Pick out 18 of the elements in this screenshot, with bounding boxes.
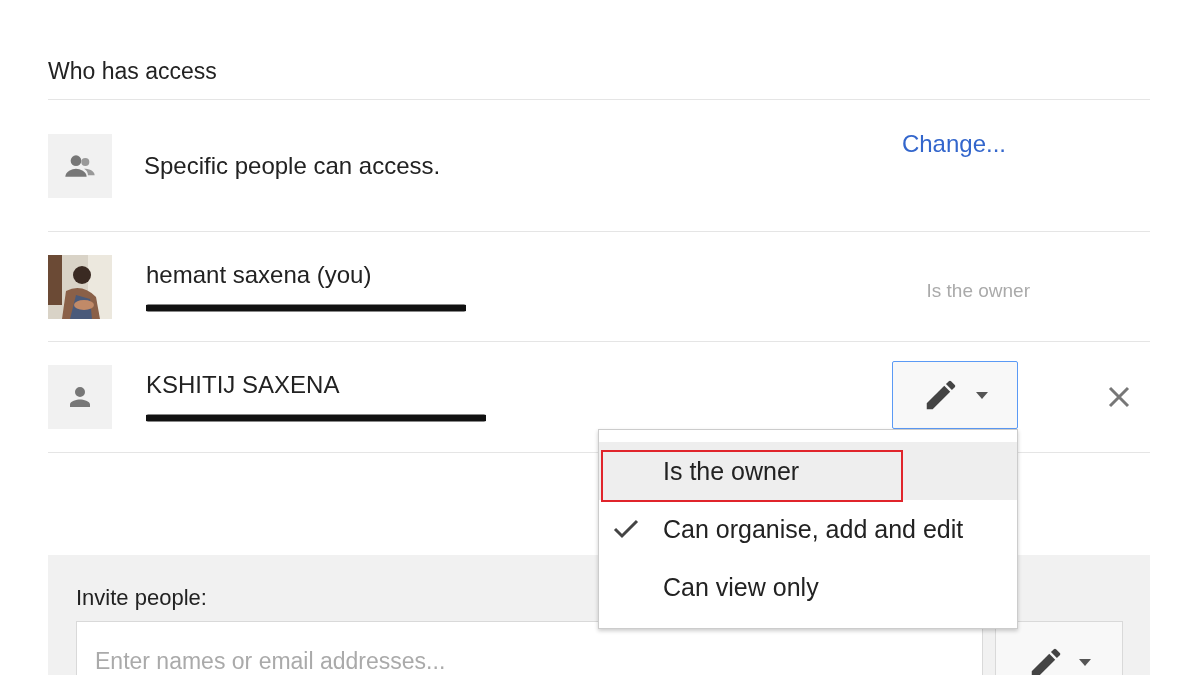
person-name: KSHITIJ SAXENA <box>146 371 341 399</box>
menu-item[interactable]: Can organise, add and edit <box>599 500 1017 558</box>
access-description: Specific people can access. <box>144 151 442 180</box>
section-title: Who has access <box>48 58 1150 100</box>
check-icon <box>613 518 639 540</box>
caret-icon <box>1079 659 1091 666</box>
invite-field[interactable]: Enter names or email addresses... <box>76 621 983 675</box>
caret-icon <box>976 391 988 399</box>
change-link[interactable]: Change... <box>901 130 1006 158</box>
invite-permission-dropdown[interactable] <box>995 621 1123 675</box>
people-icon <box>48 133 112 198</box>
menu-item[interactable]: Is the owner <box>599 442 1017 500</box>
menu-item[interactable]: Can view only <box>599 558 1017 616</box>
role-label: Is the owner <box>926 279 1030 302</box>
person-name: hemant saxena (you) <box>146 260 373 289</box>
permission-dropdown[interactable] <box>892 361 1018 429</box>
close-button[interactable] <box>1106 384 1132 410</box>
invite-label: Invite people: <box>76 585 207 611</box>
